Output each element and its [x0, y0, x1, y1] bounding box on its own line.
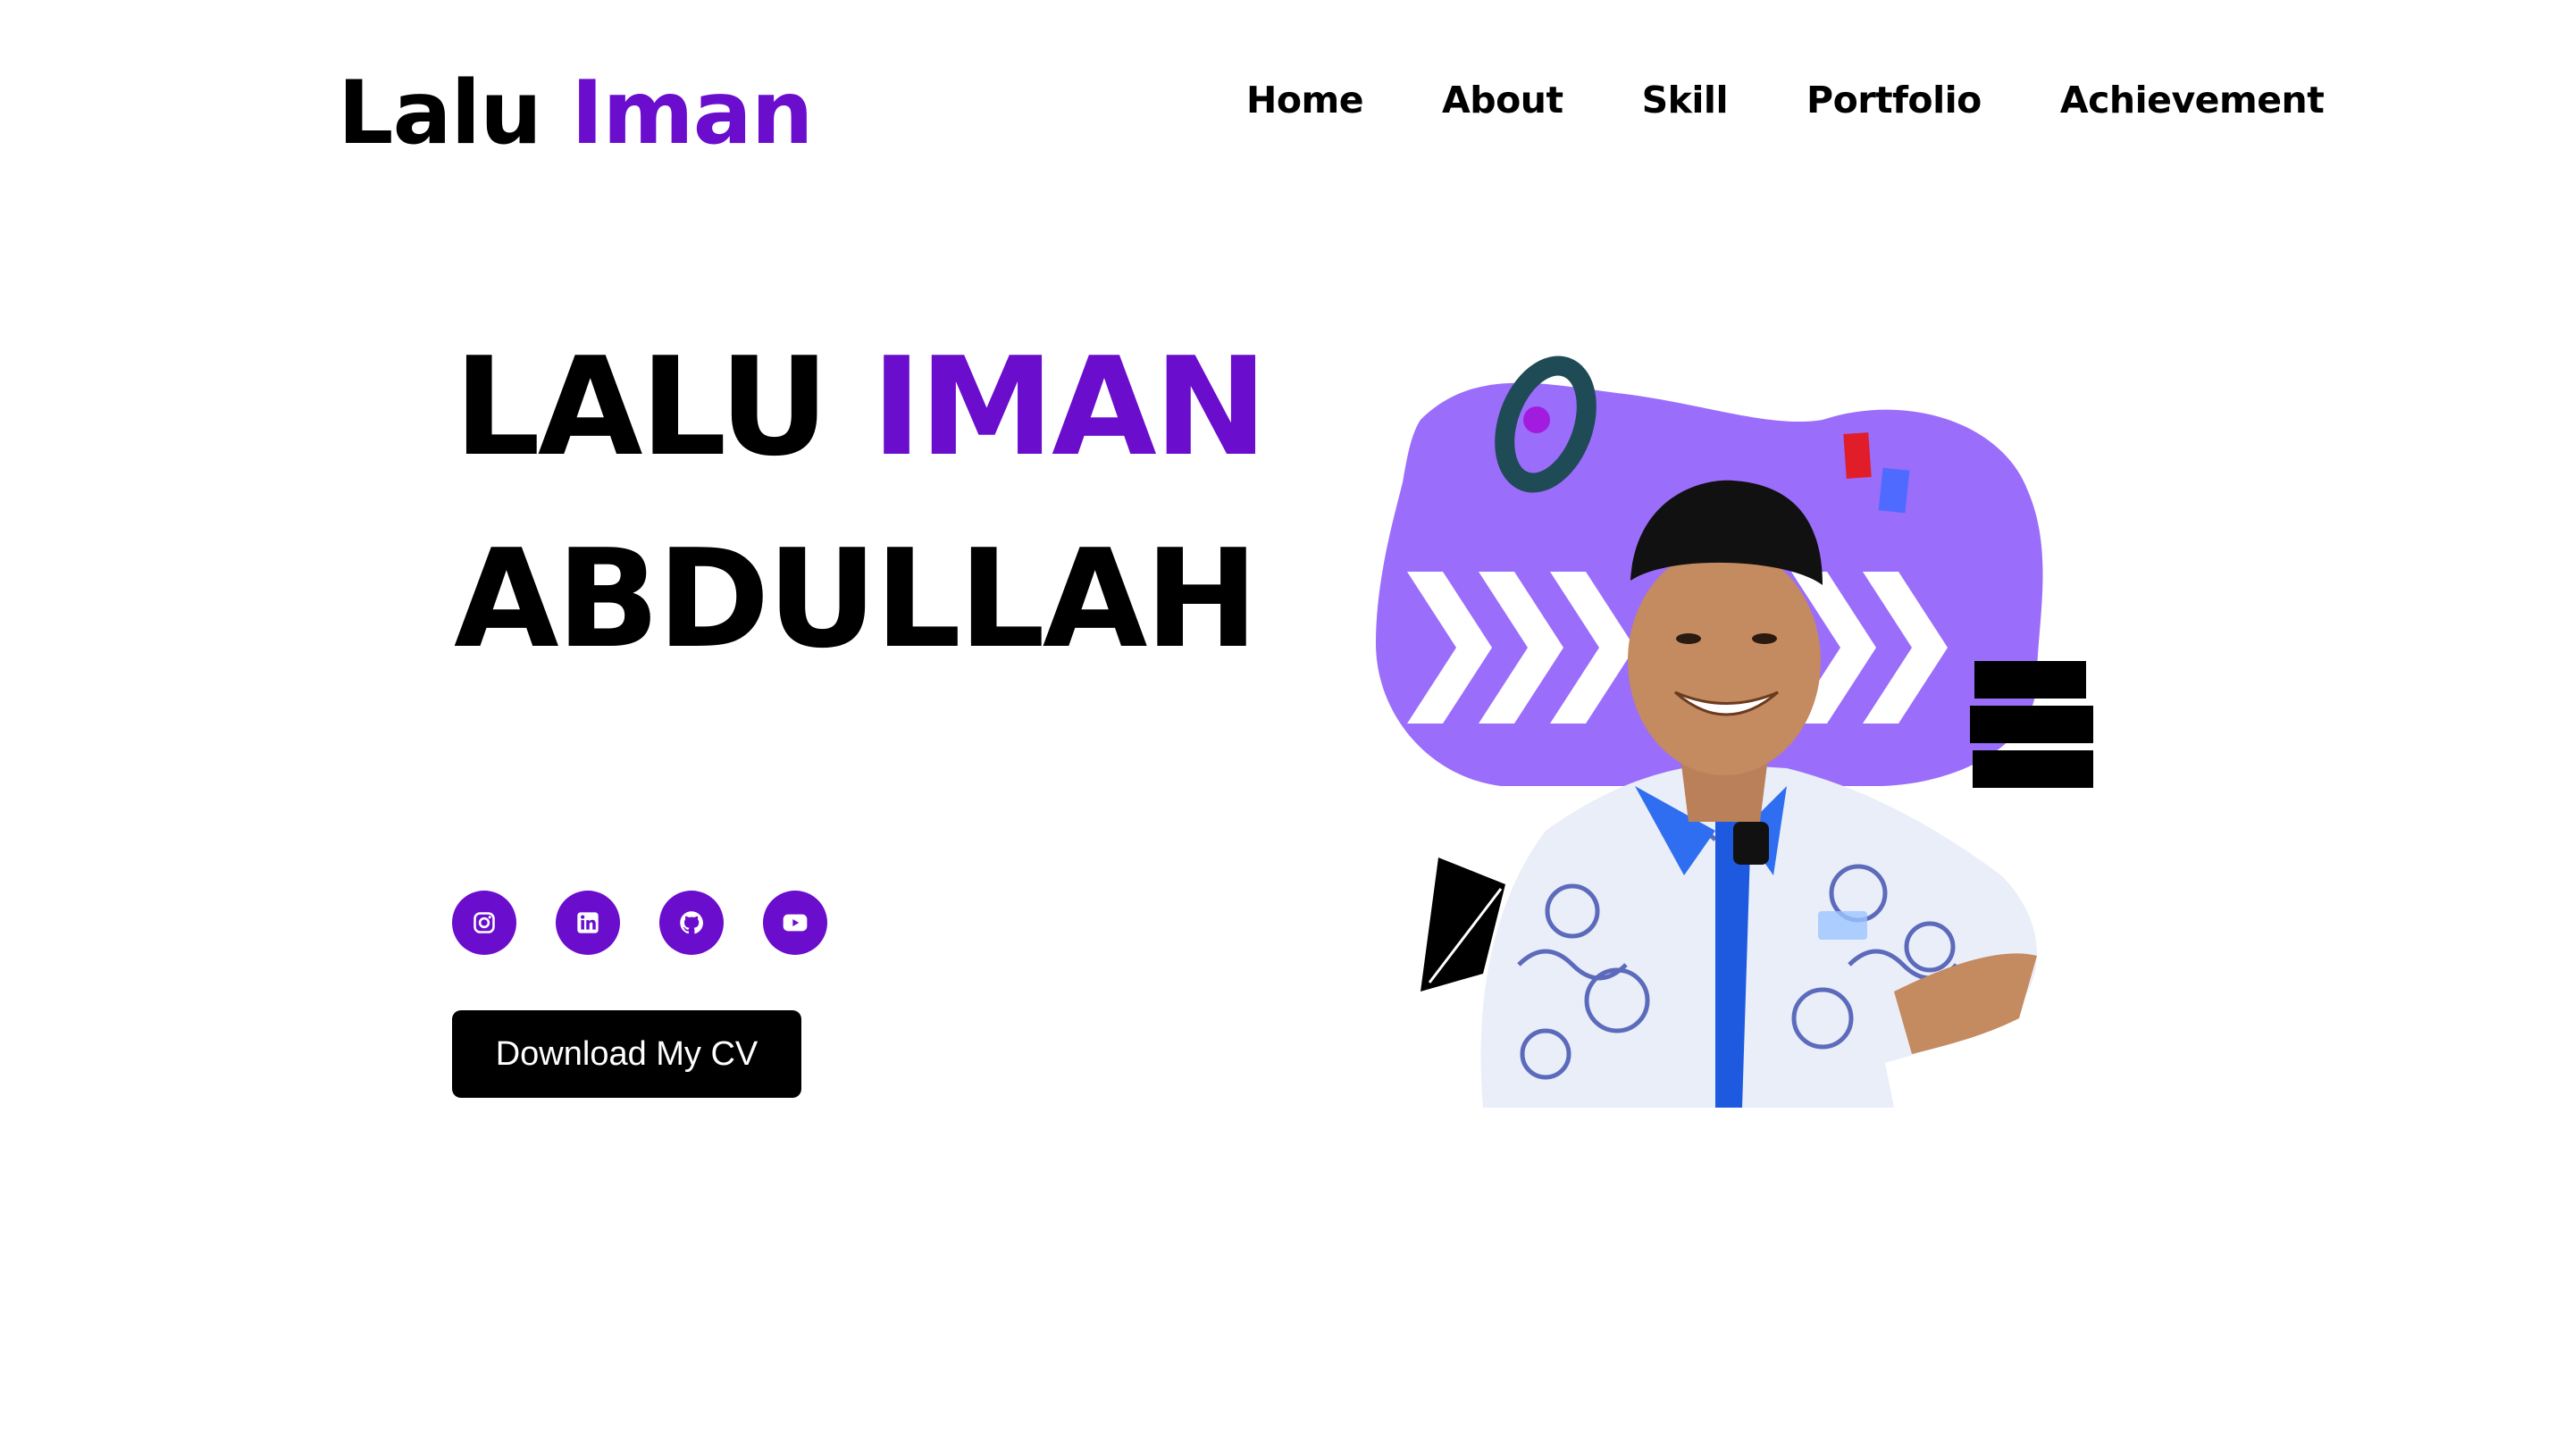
youtube-link[interactable] — [763, 891, 827, 955]
nav-skill[interactable]: Skill — [1642, 82, 1729, 119]
site-logo[interactable]: Lalu Iman — [338, 70, 814, 157]
hero-name-line-2: ABDULLAH — [454, 520, 1259, 678]
linkedin-link[interactable] — [556, 891, 620, 955]
instagram-link[interactable] — [452, 891, 516, 955]
page: Lalu Iman Home About Skill Portfolio Ach… — [0, 0, 2573, 1456]
linkedin-icon — [577, 912, 599, 933]
stacked-bars-decoration — [1970, 661, 2093, 788]
github-link[interactable] — [659, 891, 724, 955]
logo-first-word: Lalu — [338, 63, 542, 164]
social-links — [452, 891, 827, 955]
nav-achievement[interactable]: Achievement — [2060, 82, 2325, 119]
nav-portfolio[interactable]: Portfolio — [1806, 82, 1982, 119]
youtube-icon — [783, 914, 808, 932]
hero-name-line-1: LALU IMAN — [454, 339, 1268, 475]
download-cv-button[interactable]: Download My CV — [452, 1010, 801, 1098]
nav-home[interactable]: Home — [1246, 82, 1364, 119]
main-nav: Home About Skill Portfolio Achievement — [1246, 82, 2325, 119]
hero-first-name: LALU — [454, 328, 829, 486]
hero-illustration — [1376, 356, 2093, 1108]
instagram-icon — [474, 912, 495, 933]
nav-about[interactable]: About — [1442, 82, 1563, 119]
github-icon — [680, 911, 703, 934]
logo-second-word: Iman — [571, 63, 813, 164]
hero-accent-name: IMAN — [871, 328, 1268, 486]
